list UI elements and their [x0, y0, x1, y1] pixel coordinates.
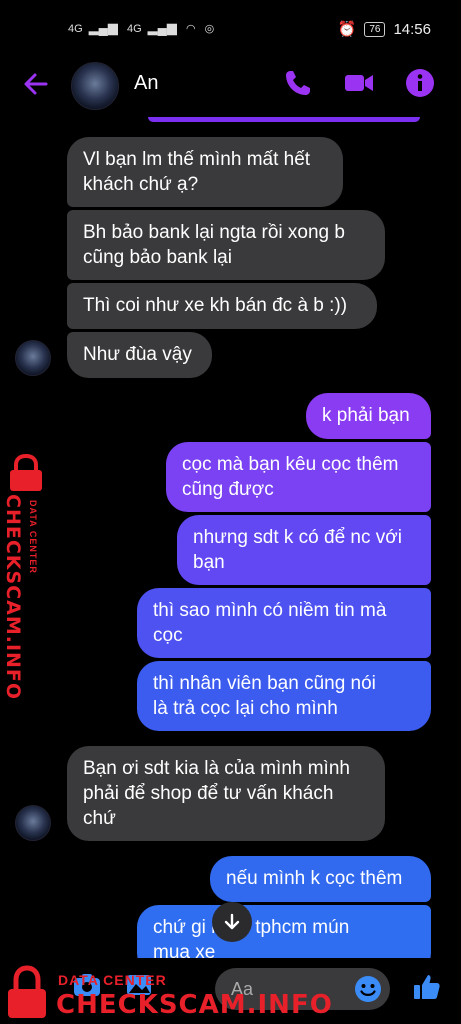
video-call-icon[interactable] [342, 66, 376, 100]
contact-name[interactable]: An [134, 72, 158, 95]
status-right: ⏰ 76 14:56 [337, 20, 431, 39]
message-line: cũng bảo bank lại [83, 247, 232, 268]
message-line: bạn [193, 552, 225, 573]
message-line: Vl bạn lm thế mình mất hết [83, 149, 311, 170]
contact-avatar-small[interactable] [15, 340, 51, 376]
messenger-icon: ◎ [204, 23, 215, 35]
watermark-bottom-brand: CHECKSCAM.INFO [56, 990, 333, 1020]
battery-icon: 76 [364, 21, 386, 37]
message-line: nếu mình k cọc thêm [226, 868, 403, 889]
message-line: chứ gi nh ở tphcm mún [153, 917, 350, 938]
message-line: Bạn ơi sdt kia là của mình mình [83, 758, 350, 779]
message-bubble-outgoing[interactable]: k phải bạn [306, 393, 431, 439]
lock-icon [8, 965, 46, 1018]
message-bubble-incoming[interactable]: Vl bạn lm thế mình mất hết khách chứ ạ? [67, 137, 343, 207]
alarm-icon: ⏰ [337, 21, 357, 38]
contact-avatar-small[interactable] [15, 805, 51, 841]
message-line: là trả cọc lại cho mình [153, 698, 338, 719]
watermark-bottom-label: DATA CENTER [58, 972, 167, 988]
message-bubble-outgoing[interactable]: nếu mình k cọc thêm [210, 856, 431, 902]
lock-icon [10, 453, 42, 491]
message-line: thì nhân viên bạn cũng nói [153, 673, 376, 694]
back-arrow-icon[interactable] [20, 68, 52, 100]
message-bubble-outgoing[interactable]: nhưng sdt k có để nc với bạn [177, 515, 431, 585]
message-line: chứ [83, 808, 116, 829]
emoji-icon[interactable] [353, 974, 383, 1004]
message-line: k phải bạn [322, 405, 410, 426]
message-line: cọc [153, 625, 183, 646]
message-line: khách chứ ạ? [83, 174, 199, 195]
watermark-side-label: DATA CENTER [28, 500, 38, 574]
signal-1: 4G [68, 23, 83, 35]
message-line: cọc mà bạn kêu cọc thêm [182, 454, 399, 475]
message-line: phải để shop để tư vấn khách [83, 783, 334, 804]
status-time: 14:56 [393, 20, 431, 38]
contact-avatar[interactable] [71, 62, 119, 110]
message-bubble-outgoing[interactable]: thì sao mình có niềm tin mà cọc [137, 588, 431, 658]
message-bubble-incoming[interactable]: Như đùa vậy [67, 332, 212, 378]
chat-header: An [0, 58, 461, 113]
message-line: nhưng sdt k có để nc với [193, 527, 402, 548]
status-left: 4G ▂▄▆ 4G ▂▄▆ ◠ ◎ [68, 20, 215, 35]
message-bubble-incoming[interactable]: Bạn ơi sdt kia là của mình mình phải để … [67, 746, 385, 841]
message-bubble-incoming[interactable]: Thì coi như xe kh bán đc à b :)) [67, 283, 377, 329]
message-bubble-outgoing[interactable]: cọc mà bạn kêu cọc thêm cũng được [166, 442, 431, 512]
message-line: Thì coi như xe kh bán đc à b :)) [83, 295, 348, 316]
message-line: thì sao mình có niềm tin mà [153, 600, 387, 621]
signal-2: 4G [126, 23, 142, 35]
watermark-side-brand: CHECKSCAM.INFO [2, 494, 24, 701]
message-line: Như đùa vậy [83, 344, 192, 365]
previous-bubble-edge [148, 117, 420, 122]
wifi-icon: ◠ [185, 23, 196, 35]
message-bubble-incoming[interactable]: Bh bảo bank lại ngta rồi xong b cũng bảo… [67, 210, 385, 280]
status-bar: 4G ▂▄▆ 4G ▂▄▆ ◠ ◎ ⏰ 76 14:56 [0, 0, 461, 58]
info-icon[interactable] [403, 66, 437, 100]
scroll-to-bottom-button[interactable] [212, 902, 252, 942]
message-bubble-outgoing[interactable]: thì nhân viên bạn cũng nói là trả cọc lạ… [137, 661, 431, 731]
message-line: Bh bảo bank lại ngta rồi xong b [83, 222, 345, 243]
message-line: cũng được [182, 479, 274, 500]
scroll-down-arrow-icon [224, 913, 240, 930]
thumbs-up-icon[interactable] [412, 972, 442, 1002]
phone-icon[interactable] [281, 66, 315, 100]
